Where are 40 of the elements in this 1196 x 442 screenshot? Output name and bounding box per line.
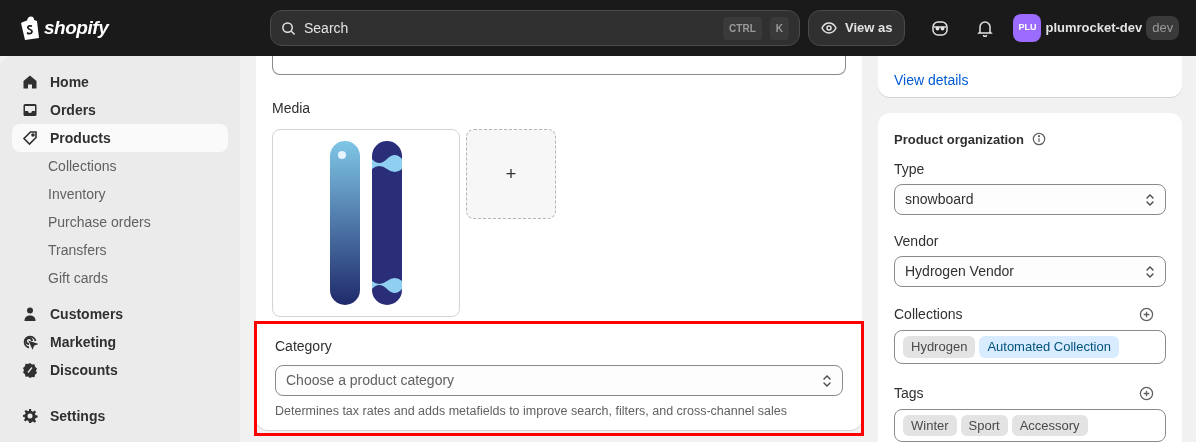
store-name[interactable]: plumrocket-dev [1045, 18, 1143, 38]
card-title: Product organization [894, 130, 1024, 149]
tag-input[interactable]: Hydrogen Automated Collection [894, 330, 1166, 364]
search-field[interactable]: Search CTRL K [270, 10, 800, 46]
store-avatar[interactable]: PLU [1013, 14, 1042, 42]
tag-chip: Accessory [1011, 414, 1088, 436]
sidebar-subitem[interactable]: Gift cards [12, 264, 228, 292]
sidebar-subitem[interactable]: Inventory [12, 180, 228, 208]
sidebar-subitem[interactable]: Transfers [12, 236, 228, 264]
tag-chip: Hydrogen [903, 336, 976, 358]
field-label: Type [894, 160, 926, 179]
field-label: Collections [894, 305, 963, 324]
store-badge: dev [1146, 16, 1180, 40]
view-as-button[interactable]: View as [808, 10, 906, 46]
category-label: Category [275, 337, 333, 356]
sidebar-item[interactable]: Customers [12, 300, 228, 328]
logo-wordmark: shopify [44, 15, 109, 40]
sidebar-subitem[interactable]: Purchase orders [12, 208, 228, 236]
select-field[interactable]: Hydrogen Vendor [894, 256, 1166, 287]
field-label: Tags [894, 383, 924, 403]
sidebar-item[interactable]: Discounts [12, 356, 228, 384]
tag-chip: Winter [903, 414, 957, 436]
add-media-button[interactable]: + [466, 129, 556, 219]
sidebar-item[interactable]: Orders [12, 96, 228, 124]
sidebar-item[interactable]: Marketing [12, 328, 228, 356]
sidebar-item[interactable]: Settings [12, 402, 228, 430]
sidebar-item[interactable]: Home [12, 68, 228, 96]
tag-input[interactable]: Winter Sport Accessory [894, 408, 1166, 442]
tag-chip: Sport [960, 414, 1008, 436]
shortcut-key: CTRL [723, 16, 762, 40]
category-help-text: Determines tax rates and adds metafields to improve search, filters, and cross-channel sales [275, 403, 789, 420]
tag-chip: Automated Collection [979, 336, 1119, 358]
shortcut-key: K [769, 16, 789, 40]
select-field[interactable]: snowboard [894, 184, 1166, 215]
view-details-link[interactable]: View details [894, 72, 969, 88]
sidebar-subitem[interactable]: Collections [12, 152, 228, 180]
media-label: Media [272, 99, 312, 118]
select-field[interactable]: Choose a product category [275, 365, 843, 396]
sidebar-item[interactable]: Products [12, 124, 228, 152]
field-label: Vendor [894, 232, 940, 251]
